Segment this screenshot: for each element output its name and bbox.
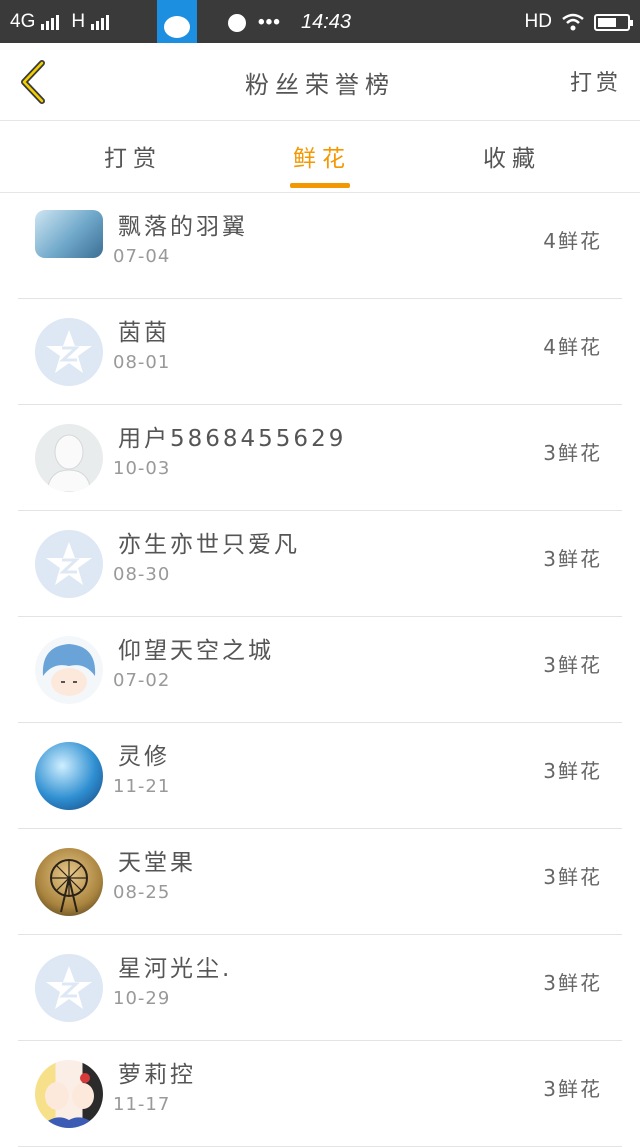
tab-flowers[interactable]: 鲜花 bbox=[262, 139, 382, 173]
avatar bbox=[35, 1060, 103, 1128]
list-item[interactable]: 茵茵 08-01 4鲜花 bbox=[18, 299, 622, 405]
fan-name: 仰望天空之城 bbox=[118, 638, 274, 664]
fan-date: 08-30 bbox=[113, 564, 171, 585]
vivo-app-icon bbox=[157, 0, 197, 43]
fan-name: 灵修 bbox=[118, 744, 170, 770]
fan-name: 萝莉控 bbox=[118, 1062, 196, 1088]
avatar bbox=[35, 848, 103, 916]
flower-count: 4鲜花 bbox=[543, 229, 602, 253]
avatar bbox=[35, 954, 103, 1022]
wifi-icon bbox=[562, 13, 584, 31]
fan-date: 08-01 bbox=[113, 352, 171, 373]
list-item[interactable]: 亦生亦世只爱凡 08-30 3鲜花 bbox=[18, 511, 622, 617]
status-right: HD bbox=[524, 11, 633, 33]
palette-icon bbox=[228, 13, 246, 32]
avatar bbox=[35, 424, 103, 492]
more-dots-icon: ••• bbox=[258, 11, 281, 33]
list-item[interactable]: 仰望天空之城 07-02 3鲜花 bbox=[18, 617, 622, 723]
fan-name: 星河光尘. bbox=[118, 956, 233, 982]
tab-reward[interactable]: 打赏 bbox=[73, 139, 193, 173]
fan-name: 飘落的羽翼 bbox=[118, 214, 248, 240]
flower-count: 3鲜花 bbox=[543, 653, 602, 677]
signal-group: 4G H bbox=[10, 11, 110, 33]
battery-icon bbox=[594, 13, 633, 31]
signal-bars-icon-2 bbox=[91, 14, 110, 30]
flower-count: 4鲜花 bbox=[543, 335, 602, 359]
list-item[interactable]: 星河光尘. 10-29 3鲜花 bbox=[18, 935, 622, 1041]
fan-name: 用户5868455629 bbox=[118, 426, 347, 452]
network-type: 4G bbox=[10, 11, 36, 32]
network-type-2: H bbox=[71, 11, 86, 32]
hd-indicator: HD bbox=[524, 11, 552, 32]
fan-date: 11-17 bbox=[113, 1094, 171, 1115]
flower-count: 3鲜花 bbox=[543, 865, 602, 889]
fan-date: 11-21 bbox=[113, 776, 171, 797]
fan-name: 茵茵 bbox=[118, 320, 170, 346]
page-title: 粉丝荣誉榜 bbox=[245, 71, 395, 99]
tab-favorites[interactable]: 收藏 bbox=[452, 139, 572, 173]
flower-count: 3鲜花 bbox=[543, 1077, 602, 1101]
active-tab-indicator bbox=[290, 183, 350, 188]
fan-name: 天堂果 bbox=[118, 850, 196, 876]
status-bar: 4G H ••• 14:43 HD bbox=[0, 0, 640, 43]
flower-count: 3鲜花 bbox=[543, 441, 602, 465]
avatar bbox=[35, 742, 103, 810]
list-item[interactable]: 飘落的羽翼 07-04 4鲜花 bbox=[18, 193, 622, 299]
list-item[interactable]: 用户5868455629 10-03 3鲜花 bbox=[18, 405, 622, 511]
fan-date: 10-29 bbox=[113, 988, 171, 1009]
flower-count: 3鲜花 bbox=[543, 547, 602, 571]
status-center: ••• 14:43 bbox=[228, 11, 351, 34]
fan-list: 飘落的羽翼 07-04 4鲜花 茵茵 08-01 4鲜花 用户586845562… bbox=[18, 193, 622, 1147]
header-bar: 粉丝荣誉榜 打赏 bbox=[0, 43, 640, 121]
avatar bbox=[35, 530, 103, 598]
fan-name: 亦生亦世只爱凡 bbox=[118, 532, 300, 558]
reward-button[interactable]: 打赏 bbox=[570, 65, 622, 97]
clock: 14:43 bbox=[300, 11, 352, 33]
fan-date: 10-03 bbox=[113, 458, 171, 479]
list-item[interactable]: 天堂果 08-25 3鲜花 bbox=[18, 829, 622, 935]
avatar bbox=[35, 318, 103, 386]
tab-bar: 打赏 鲜花 收藏 bbox=[0, 121, 640, 193]
fan-date: 07-04 bbox=[113, 246, 171, 267]
fan-date: 08-25 bbox=[113, 882, 171, 903]
list-item[interactable]: 萝莉控 11-17 3鲜花 bbox=[18, 1041, 622, 1147]
flower-count: 3鲜花 bbox=[543, 759, 602, 783]
signal-bars-icon bbox=[41, 14, 60, 30]
fan-date: 07-02 bbox=[113, 670, 171, 691]
avatar bbox=[35, 210, 103, 258]
flower-count: 3鲜花 bbox=[543, 971, 602, 995]
avatar bbox=[35, 636, 103, 704]
list-item[interactable]: 灵修 11-21 3鲜花 bbox=[18, 723, 622, 829]
